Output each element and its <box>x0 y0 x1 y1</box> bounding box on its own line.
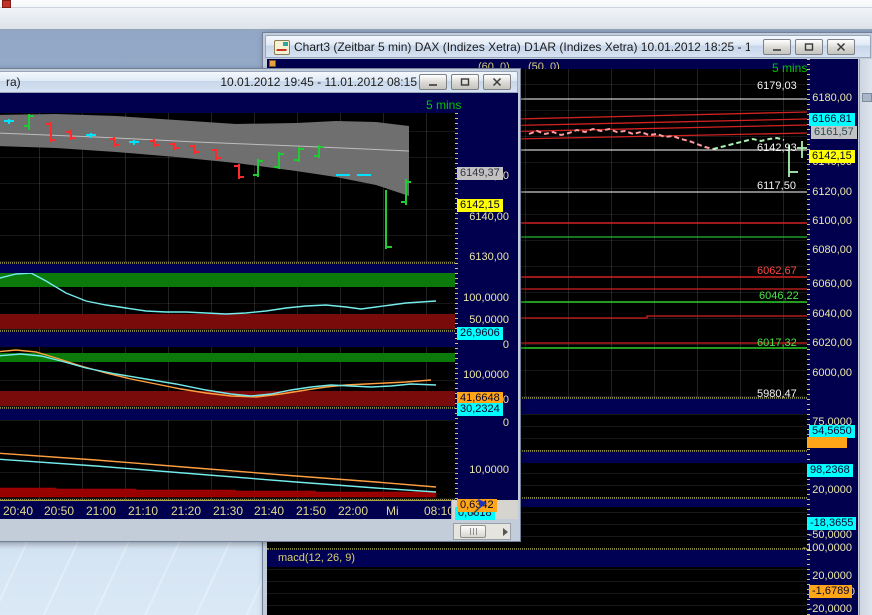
axis-tick-label: 6130,00 <box>469 251 509 263</box>
time-axis: 20:40 20:50 21:00 21:10 21:20 21:30 21:4… <box>0 500 455 519</box>
axis-tick-label: 6020,00 <box>812 337 852 349</box>
vscroll-thumb[interactable] <box>862 93 872 102</box>
close-button[interactable] <box>827 39 855 55</box>
flag-icon[interactable] <box>468 496 490 518</box>
level-label-bottom: 5980,47 <box>757 388 797 400</box>
axis-tick-label: 6040,00 <box>812 308 852 320</box>
value-badge-gray: 6161,57 <box>811 126 857 139</box>
app-red-icon[interactable] <box>2 0 11 8</box>
value-badge-cyan: 30,2324 <box>457 403 503 416</box>
axis-tick-label: -50,0000 <box>809 529 852 541</box>
candle-dashes-pink <box>529 129 713 149</box>
time-tick-label: 21:40 <box>254 504 284 518</box>
axis-tick-label: 6000,00 <box>812 367 852 379</box>
app-toolbar-strip <box>0 0 872 30</box>
value-badge-orange-clipped <box>807 437 847 448</box>
back-window-titlebar[interactable]: Chart3 (Zeitbar 5 min) DAX (Indizes Xetr… <box>265 35 871 58</box>
front-price-series <box>0 113 455 263</box>
front-window-titlebar[interactable]: ra) 10.01.2012 19:45 - 11.01.2012 08:15 <box>0 71 518 93</box>
maximize-button[interactable] <box>451 74 479 90</box>
panel-divider <box>0 263 455 273</box>
value-badge-orange: -1,6789 <box>809 585 852 598</box>
time-tick-label: 20:40 <box>3 504 33 518</box>
front-stoch-series <box>0 347 455 408</box>
axis-tick-label: 6180,00 <box>812 92 852 104</box>
desktop: Chart3 (Zeitbar 5 min) DAX (Indizes Xetr… <box>0 0 872 615</box>
last-price-badge: 6142,15 <box>457 199 503 212</box>
level-label-low: 6117,50 <box>757 180 796 192</box>
time-tick-label: Mi <box>386 504 399 518</box>
last-price-badge: 6142,15 <box>809 150 855 163</box>
axis-tick-label: 6060,00 <box>812 278 852 290</box>
time-tick-label: 21:00 <box>86 504 116 518</box>
level-label-green-2: 6017,32 <box>757 337 797 349</box>
maximize-button[interactable] <box>795 39 823 55</box>
axis-tick-label: 0 <box>503 339 509 351</box>
axis-tick-label: 20,0000 <box>812 484 852 496</box>
minimize-icon <box>428 77 438 87</box>
maximize-icon <box>460 77 470 87</box>
front-price-axis: 6150,00 6149,37 6142,15 6140,00 6130,00 … <box>455 113 513 500</box>
axis-tick-label: 10,0000 <box>469 464 509 476</box>
axis-tick-label: -100,0000 <box>802 542 852 554</box>
time-tick-label: 20:50 <box>44 504 74 518</box>
front-chart-window: ra) 10.01.2012 19:45 - 11.01.2012 08:15 … <box>0 68 521 542</box>
panel-divider <box>0 408 455 420</box>
axis-tick-label: 6100,00 <box>812 215 852 227</box>
axis-tick-label: -20,0000 <box>809 603 852 615</box>
axis-tick-label: 100,0000 <box>463 369 509 381</box>
back-window-title: Chart3 (Zeitbar 5 min) DAX (Indizes Xetr… <box>294 40 750 54</box>
macd-histogram <box>0 488 436 497</box>
value-badge-gray: 6149,37 <box>457 167 503 180</box>
close-icon <box>492 77 502 87</box>
time-tick-label: 21:50 <box>296 504 326 518</box>
axis-tick-label: 6140,00 <box>469 211 509 223</box>
axis-tick-label: 100,0000 <box>463 292 509 304</box>
panel-divider <box>0 331 455 347</box>
level-label-high: 6179,03 <box>757 80 797 92</box>
back-price-axis: 6180,00 6160,00 6140,00 6120,00 6100,00 … <box>807 59 858 615</box>
axis-tick-label: 6120,00 <box>812 186 852 198</box>
close-button[interactable] <box>483 74 511 90</box>
front-macd-series <box>0 420 455 500</box>
axis-tick-label: 50,0000 <box>469 314 509 326</box>
front-chart-area: 5 mins <box>0 93 518 519</box>
time-tick-label: 22:00 <box>338 504 368 518</box>
maximize-icon <box>804 42 814 52</box>
interval-badge: 5 mins <box>426 98 461 112</box>
axis-tick-label: 6080,00 <box>812 244 852 256</box>
value-badge-cyan: 98,2368 <box>807 464 853 477</box>
time-tick-label: 21:30 <box>213 504 243 518</box>
time-tick-label: 08:10 <box>424 504 454 518</box>
value-badge-cyan: -18,3655 <box>807 517 856 530</box>
scroll-right-arrow-icon[interactable] <box>503 528 508 536</box>
channel-band <box>0 114 409 196</box>
level-label-red: 6062,67 <box>757 265 797 277</box>
macd-indicator-label: macd(12, 26, 9) <box>278 552 355 564</box>
minimize-button[interactable] <box>763 39 791 55</box>
time-tick-label: 21:10 <box>128 504 158 518</box>
front-rsi-series <box>0 273 455 331</box>
chart-window-icon <box>274 40 290 55</box>
close-icon <box>836 42 846 52</box>
interval-badge: 5 mins <box>772 61 807 75</box>
front-window-title-fragment: ra) <box>6 75 21 89</box>
minimize-button[interactable] <box>419 74 447 90</box>
hscroll-thumb[interactable] <box>460 525 486 538</box>
time-tick-label: 21:20 <box>171 504 201 518</box>
axis-tick-label: 20,0000 <box>812 570 852 582</box>
level-label-green-1: 6046,22 <box>759 290 799 302</box>
back-macd-panel[interactable] <box>267 567 807 615</box>
back-vertical-scrollbar[interactable] <box>859 59 872 615</box>
front-window-date-range: 10.01.2012 19:45 - 11.01.2012 08:15 <box>220 75 417 89</box>
value-badge-cyan: 26,9606 <box>457 327 503 340</box>
minimize-icon <box>772 42 782 52</box>
horizontal-scrollbar[interactable] <box>453 523 511 540</box>
toolbar-divider <box>0 7 872 8</box>
axis-tick-label: 0 <box>503 417 509 429</box>
level-label-mid: 6142,93 <box>757 142 797 154</box>
value-badge-cyan: 6166,81 <box>809 113 855 126</box>
legend-series-chip <box>269 60 276 67</box>
